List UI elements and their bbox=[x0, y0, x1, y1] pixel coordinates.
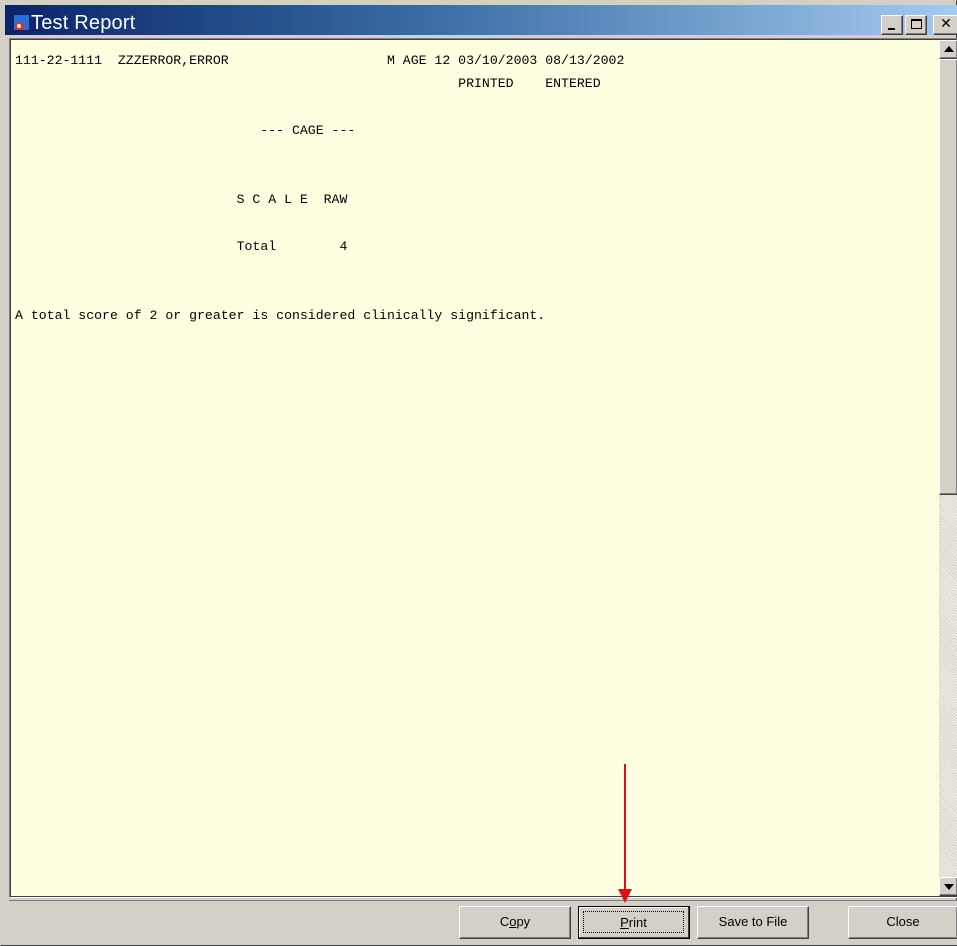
close-button-label: Close bbox=[886, 914, 920, 929]
annotation-arrow-icon bbox=[618, 889, 632, 903]
window-title: Test Report bbox=[31, 12, 136, 34]
copy-label-suffix: py bbox=[516, 914, 531, 929]
save-to-file-button[interactable]: Save to File bbox=[697, 906, 809, 939]
maximize-button[interactable] bbox=[905, 15, 927, 35]
report-text-area[interactable]: 111-22-1111 ZZZERROR,ERROR M AGE 12 03/1… bbox=[11, 40, 939, 896]
scroll-down-button[interactable] bbox=[939, 877, 957, 896]
minimize-button[interactable] bbox=[881, 15, 903, 35]
report-panel: 111-22-1111 ZZZERROR,ERROR M AGE 12 03/1… bbox=[9, 38, 957, 898]
scrollbar-thumb[interactable] bbox=[939, 59, 957, 495]
close-window-button[interactable]: ✕ bbox=[933, 15, 957, 35]
annotation-arrow-shaft bbox=[624, 764, 626, 892]
print-button[interactable]: Print bbox=[578, 906, 690, 939]
test-report-window: Test Report ✕ 111-22-1111 ZZZERROR,ERROR… bbox=[0, 0, 957, 946]
print-button-label: Print bbox=[583, 911, 684, 933]
copy-button-label: Copy bbox=[500, 914, 530, 929]
minimize-icon bbox=[888, 28, 895, 30]
scroll-down-arrow-icon bbox=[944, 884, 954, 890]
vertical-scrollbar[interactable] bbox=[939, 40, 957, 896]
title-bar[interactable]: Test Report ✕ bbox=[5, 5, 957, 35]
button-bar: Copy Print Save to File Close bbox=[9, 900, 957, 945]
copy-label-prefix: C bbox=[499, 914, 510, 929]
close-button[interactable]: Close bbox=[848, 906, 957, 939]
app-icon[interactable] bbox=[13, 14, 30, 31]
copy-button[interactable]: Copy bbox=[459, 906, 571, 939]
save-to-file-button-label: Save to File bbox=[718, 914, 788, 929]
scroll-up-arrow-icon bbox=[944, 46, 954, 52]
scroll-up-button[interactable] bbox=[939, 40, 957, 59]
report-text: 111-22-1111 ZZZERROR,ERROR M AGE 12 03/1… bbox=[15, 53, 625, 324]
close-icon: ✕ bbox=[940, 16, 952, 32]
maximize-icon bbox=[911, 19, 922, 29]
